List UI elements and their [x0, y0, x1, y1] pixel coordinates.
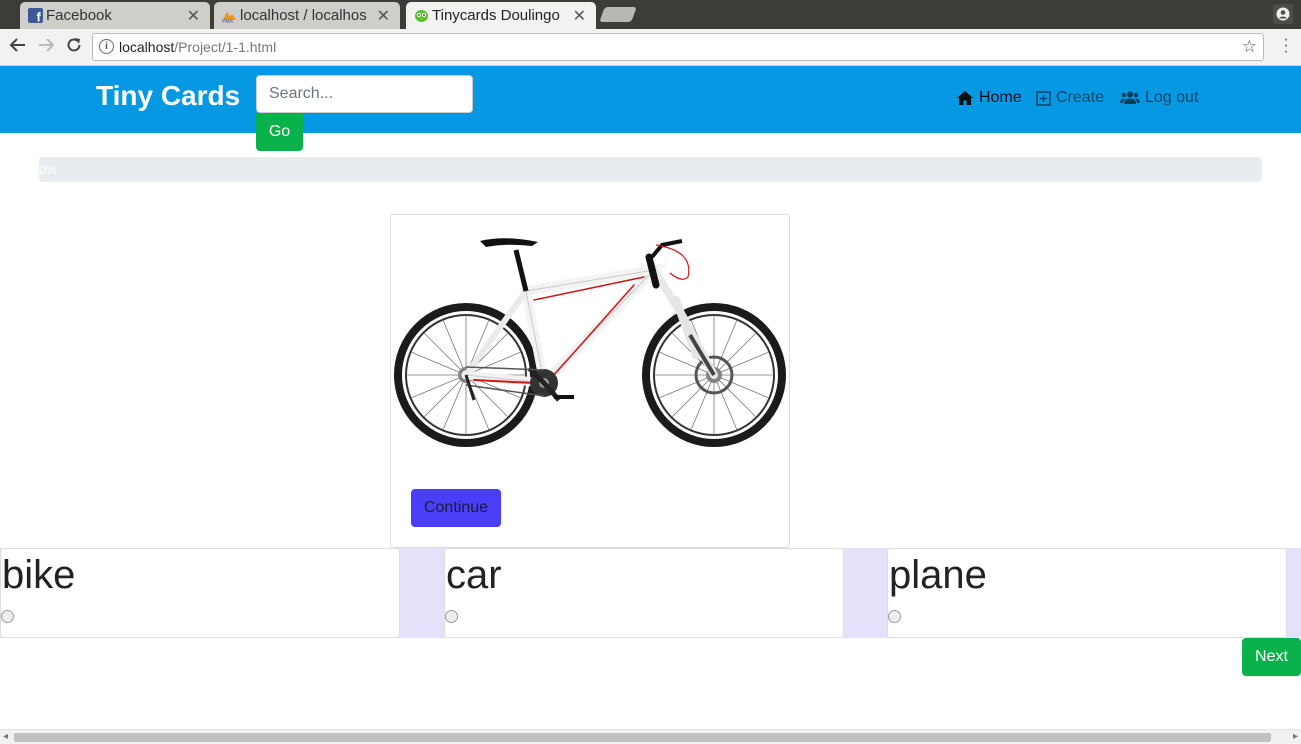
- nav-home-link[interactable]: Home: [956, 89, 1022, 107]
- address-bar[interactable]: i localhost/Project/1-1.html ☆: [92, 33, 1264, 61]
- url-host: localhost: [119, 39, 175, 55]
- option-radio[interactable]: [445, 610, 458, 623]
- option-card-bike[interactable]: bike: [0, 548, 400, 638]
- bicycle-image: [394, 238, 786, 447]
- option-card-car[interactable]: car: [444, 548, 844, 638]
- url-path: /Project/1-1.html: [174, 39, 277, 55]
- option-word: plane: [889, 553, 987, 597]
- flash-card: Continue: [390, 214, 790, 548]
- option-radio[interactable]: [1, 610, 14, 623]
- reload-icon[interactable]: [63, 36, 85, 59]
- facebook-icon: f: [28, 8, 43, 23]
- progress-label: 0%: [39, 163, 57, 177]
- scroll-right-icon[interactable]: ▸: [1293, 731, 1298, 742]
- browser-tab-tinycards[interactable]: Tinycards Doulingo ✕: [406, 2, 596, 29]
- nav-logout-label: Log out: [1145, 89, 1199, 106]
- tab-title: Tinycards Doulingo: [432, 7, 560, 24]
- option-card-plane[interactable]: plane: [887, 548, 1287, 638]
- tab-title: localhost / localhos: [240, 7, 367, 24]
- phpmyadmin-icon: PMA: [222, 8, 237, 23]
- option-radio[interactable]: [888, 610, 901, 623]
- answer-options: bike car plane: [0, 548, 1301, 638]
- close-icon[interactable]: ✕: [377, 6, 390, 26]
- nav-logout-link[interactable]: Log out: [1120, 89, 1198, 107]
- site-navbar: Tiny Cards Go Home Create Log out: [0, 66, 1301, 151]
- go-button[interactable]: Go: [256, 113, 303, 151]
- users-icon: [1120, 91, 1140, 104]
- browser-tab-facebook[interactable]: f Facebook ✕: [20, 2, 210, 29]
- close-icon[interactable]: ✕: [187, 6, 200, 26]
- horizontal-scrollbar[interactable]: ◂ ▸: [0, 729, 1301, 744]
- browser-tab-strip: f Facebook ✕ PMA localhost / localhos ✕ …: [0, 0, 1301, 29]
- svg-text:PMA: PMA: [222, 19, 234, 23]
- profile-icon[interactable]: [1273, 4, 1293, 24]
- tab-title: Facebook: [46, 7, 112, 24]
- close-icon[interactable]: ✕: [573, 6, 586, 26]
- info-icon[interactable]: i: [99, 39, 114, 54]
- plus-square-icon: [1036, 90, 1051, 106]
- back-arrow-icon[interactable]: [7, 36, 29, 59]
- duolingo-owl-icon: [414, 8, 429, 23]
- search-input[interactable]: [256, 75, 473, 113]
- svg-text:f: f: [37, 10, 42, 24]
- continue-button[interactable]: Continue: [411, 489, 501, 527]
- home-icon: [957, 91, 973, 105]
- scrollbar-thumb[interactable]: [14, 733, 1271, 742]
- nav-home-label: Home: [979, 89, 1022, 106]
- brand-logo[interactable]: Tiny Cards: [96, 80, 240, 112]
- nav-create-link[interactable]: Create: [1036, 89, 1104, 107]
- progress-bar: 0%: [39, 157, 1262, 182]
- option-word: car: [446, 553, 502, 597]
- option-word: bike: [2, 553, 76, 597]
- scroll-left-icon[interactable]: ◂: [3, 731, 8, 742]
- new-tab-button[interactable]: [599, 7, 637, 22]
- nav-create-label: Create: [1056, 89, 1105, 106]
- browser-toolbar: i localhost/Project/1-1.html ☆ · · ·: [0, 29, 1301, 66]
- browser-menu-icon[interactable]: · · ·: [1283, 32, 1289, 60]
- bookmark-star-icon[interactable]: ☆: [1242, 37, 1257, 57]
- forward-arrow-icon[interactable]: [35, 36, 57, 59]
- browser-tab-phpmyadmin[interactable]: PMA localhost / localhos ✕: [214, 2, 400, 29]
- next-button[interactable]: Next: [1242, 638, 1301, 676]
